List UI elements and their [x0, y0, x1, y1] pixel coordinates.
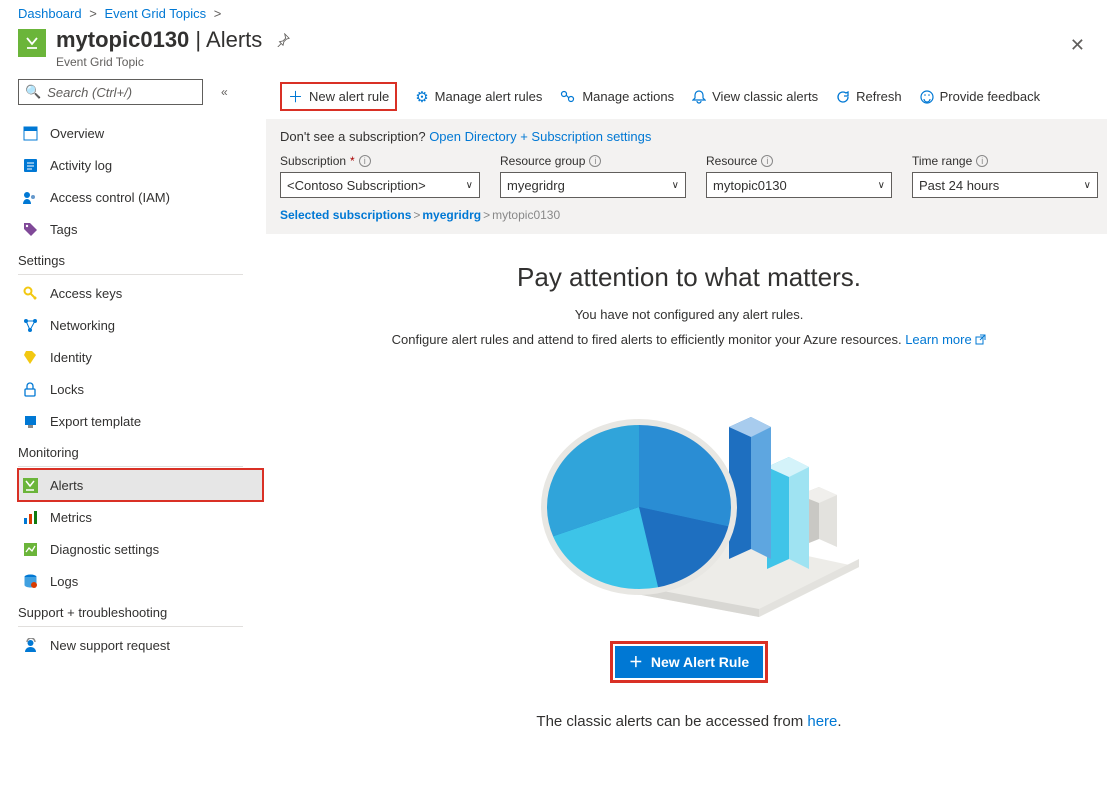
pin-icon[interactable] [276, 33, 290, 47]
support-icon [22, 637, 38, 653]
open-directory-link[interactable]: Open Directory + Subscription settings [429, 129, 651, 144]
tags-icon [22, 221, 38, 237]
sidebar-item-networking[interactable]: Networking [18, 309, 263, 341]
overview-icon [22, 125, 38, 141]
page-header: mytopic0130 | Alerts Event Grid Topic ✕ [0, 23, 1107, 79]
manage-alert-rules-button[interactable]: ⚙ Manage alert rules [415, 88, 542, 106]
sidebar-item-iam[interactable]: Access control (IAM) [18, 181, 263, 213]
scope-breadcrumb: Selected subscriptions>myegridrg>mytopic… [280, 208, 1098, 222]
classic-here-link[interactable]: here [807, 713, 837, 730]
chevron-down-icon: ∨ [1084, 180, 1091, 191]
resource-group-label: Resource group i [500, 154, 686, 168]
resource-label: Resource i [706, 154, 892, 168]
chevron-right-icon: > [89, 6, 97, 21]
resource-icon [18, 29, 46, 57]
sidebar-item-support-request[interactable]: New support request [18, 629, 263, 661]
subscription-select[interactable]: <Contoso Subscription>∨ [280, 172, 480, 198]
diagnostic-icon [22, 541, 38, 557]
chevron-down-icon: ∨ [466, 180, 473, 191]
iam-icon [22, 189, 38, 205]
identity-icon [22, 349, 38, 365]
empty-state: Pay attention to what matters. You have … [349, 262, 1029, 730]
breadcrumb: Dashboard > Event Grid Topics > [0, 0, 1107, 23]
alerts-icon [22, 477, 38, 493]
sidebar-item-tags[interactable]: Tags [18, 213, 263, 245]
breadcrumb-topics[interactable]: Event Grid Topics [104, 6, 206, 21]
lock-icon [22, 381, 38, 397]
chevron-down-icon: ∨ [672, 180, 679, 191]
filter-bar: Don't see a subscription? Open Directory… [266, 119, 1107, 234]
sidebar-item-identity[interactable]: Identity [18, 341, 263, 373]
sidebar-item-access-keys[interactable]: Access keys [18, 277, 263, 309]
plus-icon: ＋ [288, 86, 303, 107]
refresh-icon [836, 90, 850, 104]
resource-select[interactable]: mytopic0130∨ [706, 172, 892, 198]
learn-more-link[interactable]: Learn more [905, 332, 986, 347]
sidebar-item-metrics[interactable]: Metrics [18, 501, 263, 533]
sidebar-item-overview[interactable]: Overview [18, 117, 263, 149]
new-alert-rule-cta[interactable]: ＋ New Alert Rule [615, 646, 763, 678]
info-icon[interactable]: i [976, 155, 988, 167]
metrics-icon [22, 509, 38, 525]
view-classic-alerts-button[interactable]: View classic alerts [692, 89, 818, 104]
timerange-select[interactable]: Past 24 hours∨ [912, 172, 1098, 198]
empty-line2: Configure alert rules and attend to fire… [349, 332, 1029, 347]
empty-line1: You have not configured any alert rules. [349, 307, 1029, 322]
sidebar-item-activity-log[interactable]: Activity log [18, 149, 263, 181]
export-icon [22, 413, 38, 429]
nav-section-monitoring: Monitoring [18, 437, 258, 466]
empty-heading: Pay attention to what matters. [349, 262, 1029, 293]
close-icon[interactable]: ✕ [1066, 31, 1089, 60]
chevron-right-icon: > [214, 6, 222, 21]
breadcrumb-dashboard[interactable]: Dashboard [18, 6, 82, 21]
sidebar-item-locks[interactable]: Locks [18, 373, 263, 405]
classic-alerts-footer: The classic alerts can be accessed from … [349, 713, 1029, 730]
main-content: ＋ New alert rule ⚙ Manage alert rules Ma… [266, 79, 1107, 760]
page-title: mytopic0130 | Alerts [56, 27, 262, 53]
page-subtitle: Event Grid Topic [56, 55, 262, 69]
collapse-sidebar-icon[interactable]: « [221, 85, 228, 99]
scope-rg-link[interactable]: myegridrg [422, 208, 481, 222]
new-alert-rule-cta-highlight: ＋ New Alert Rule [610, 641, 768, 683]
filter-notice: Don't see a subscription? Open Directory… [280, 129, 1098, 144]
scope-subscriptions-link[interactable]: Selected subscriptions [280, 208, 411, 222]
info-icon[interactable]: i [359, 155, 371, 167]
actions-icon [560, 90, 576, 104]
bell-icon [692, 90, 706, 104]
resource-group-select[interactable]: myegridrg∨ [500, 172, 686, 198]
smile-icon [920, 90, 934, 104]
sidebar-item-diagnostic[interactable]: Diagnostic settings [18, 533, 263, 565]
plus-icon: ＋ [629, 652, 643, 672]
nav-section-support: Support + troubleshooting [18, 597, 258, 626]
info-icon[interactable]: i [589, 155, 601, 167]
feedback-button[interactable]: Provide feedback [920, 89, 1040, 104]
key-icon [22, 285, 38, 301]
sidebar-item-alerts[interactable]: Alerts [18, 469, 263, 501]
sidebar-item-logs[interactable]: Logs [18, 565, 263, 597]
networking-icon [22, 317, 38, 333]
activity-icon [22, 157, 38, 173]
refresh-button[interactable]: Refresh [836, 89, 902, 104]
chevron-down-icon: ∨ [878, 180, 885, 191]
nav-section-settings: Settings [18, 245, 258, 274]
timerange-label: Time range i [912, 154, 1098, 168]
info-icon[interactable]: i [761, 155, 773, 167]
search-icon: 🔍 [25, 84, 41, 100]
gear-icon: ⚙ [415, 88, 428, 106]
sidebar-item-export-template[interactable]: Export template [18, 405, 263, 437]
manage-actions-button[interactable]: Manage actions [560, 89, 674, 104]
new-alert-rule-button[interactable]: ＋ New alert rule [280, 82, 397, 111]
toolbar: ＋ New alert rule ⚙ Manage alert rules Ma… [266, 79, 1107, 119]
subscription-label: Subscription * i [280, 154, 480, 168]
empty-illustration [509, 367, 869, 617]
sidebar: 🔍 Search (Ctrl+/) « Overview Activity lo… [18, 79, 266, 760]
search-input[interactable]: 🔍 Search (Ctrl+/) [18, 79, 203, 105]
logs-icon [22, 573, 38, 589]
